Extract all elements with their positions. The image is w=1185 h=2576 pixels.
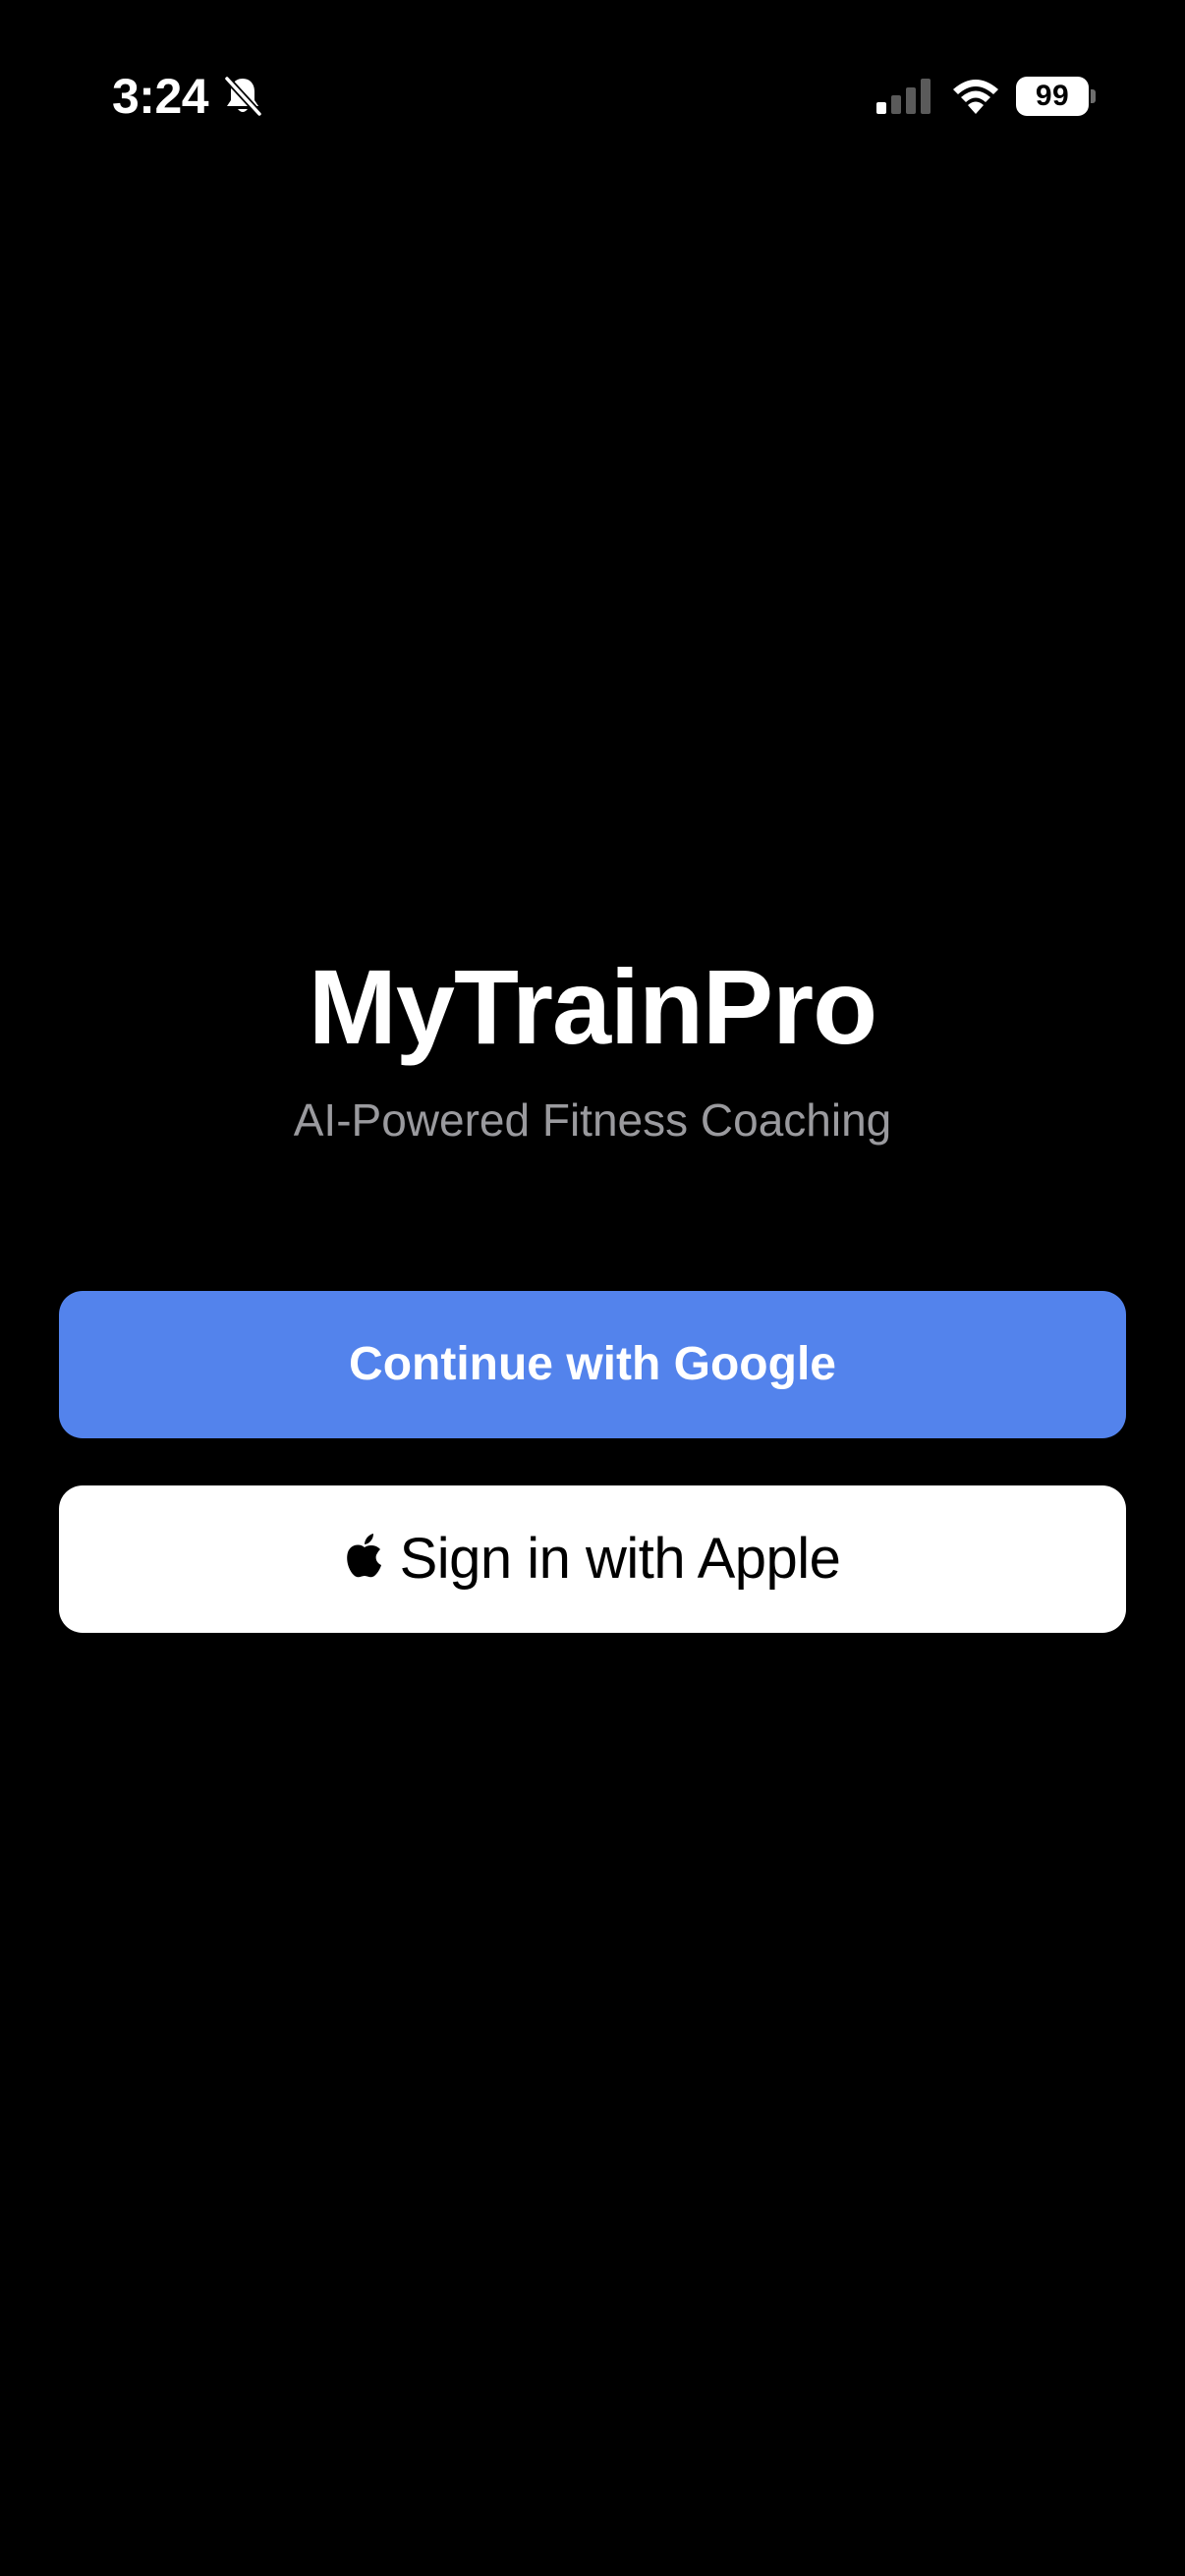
apple-button-label: Sign in with Apple [399, 1527, 841, 1591]
cellular-signal-icon [876, 79, 933, 114]
app-subtitle: AI-Powered Fitness Coaching [293, 1094, 892, 1146]
google-button-label: Continue with Google [349, 1338, 836, 1390]
apple-logo-icon [345, 1534, 384, 1579]
battery-body: 99 [1016, 77, 1089, 116]
sign-in-with-apple-button[interactable]: Sign in with Apple [59, 1485, 1126, 1633]
battery-icon: 99 [1016, 77, 1096, 116]
bell-slash-icon [222, 75, 263, 118]
app-title: MyTrainPro [308, 947, 877, 1066]
continue-with-google-button[interactable]: Continue with Google [59, 1291, 1126, 1438]
battery-tip [1091, 89, 1096, 103]
status-time: 3:24 [112, 69, 209, 124]
wifi-icon [951, 77, 1000, 114]
status-bar: 3:24 99 [0, 0, 1185, 196]
battery-level: 99 [1035, 80, 1070, 112]
